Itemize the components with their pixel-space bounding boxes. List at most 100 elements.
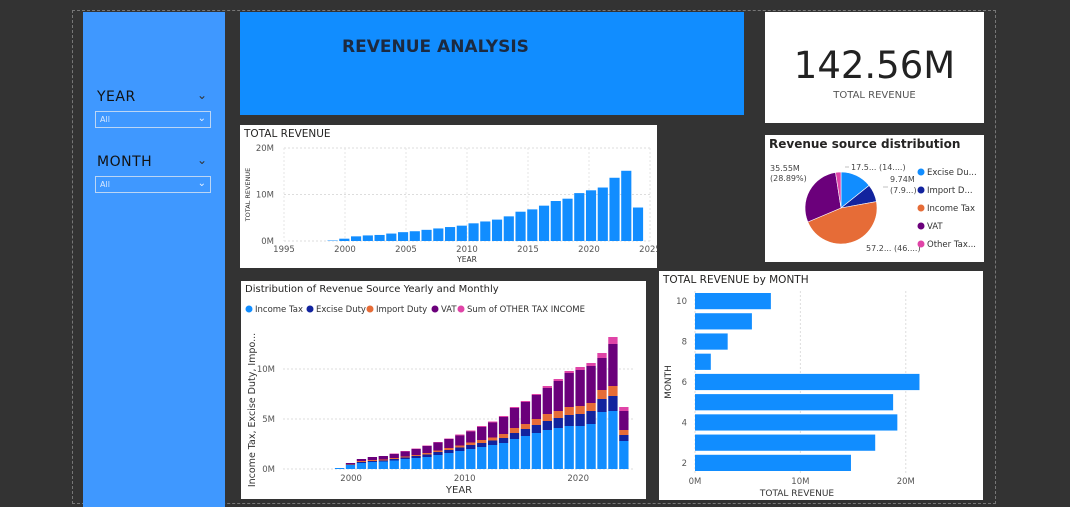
slicer-panel: YEAR ⌄ All ⌄ MONTH ⌄ All ⌄ <box>83 12 225 507</box>
bar <box>456 225 467 241</box>
bar <box>339 238 350 241</box>
bar <box>562 198 573 241</box>
stacked-bar-segment <box>597 353 607 358</box>
x-axis-label: YEAR <box>456 255 477 264</box>
legend-label: Income Tax <box>255 305 303 315</box>
stacked-bar-segment <box>520 402 531 424</box>
bar <box>362 235 373 241</box>
stacked-bar-segment <box>553 379 563 381</box>
stacked-bar-segment <box>509 408 520 428</box>
stacked-bar-segment <box>455 451 465 469</box>
bar <box>695 414 898 431</box>
stacked-bar-segment <box>586 366 596 403</box>
stacked-bar-segment <box>608 344 618 386</box>
y-tick-label: 2 <box>682 459 687 469</box>
revenue-source-pie-card[interactable]: Revenue source distribution 35.55M (28.89… <box>765 135 984 262</box>
stacked-bar-segment <box>531 425 542 433</box>
bar <box>621 170 632 241</box>
stacked-bar-segment <box>345 465 356 469</box>
stacked-bar-segment <box>531 419 542 425</box>
bar <box>397 232 409 241</box>
stacked-bar-segment <box>477 443 487 447</box>
stacked-bar-segment <box>520 429 531 436</box>
stacked-bar-segment <box>575 367 585 370</box>
stacked-bar-segment <box>608 386 618 396</box>
title-banner: REVENUE ANALYSIS <box>240 12 744 115</box>
year-slicer-dropdown[interactable]: All ⌄ <box>95 111 211 128</box>
stacked-bar-segment <box>553 428 563 469</box>
stacked-bar-segment <box>498 417 509 434</box>
stacked-bar-segment <box>466 431 476 443</box>
legend-swatch <box>917 204 925 212</box>
bar <box>527 209 538 241</box>
stacked-bar-segment <box>356 459 367 461</box>
x-tick-label: 2025 <box>639 245 657 255</box>
x-axis-label: YEAR <box>445 485 472 496</box>
y-tick-label: 20M <box>256 144 274 154</box>
stacked-bar-segment <box>575 406 585 414</box>
pie-data-label: 57.2... (46....) <box>866 244 921 253</box>
legend-label: Import Duty <box>376 305 427 315</box>
legend-label: VAT <box>927 222 943 232</box>
pie-data-label: (28.89%) <box>770 174 807 183</box>
stacked-bar-segment <box>466 445 476 449</box>
bar <box>350 236 362 241</box>
stacked-bar-segment <box>477 440 487 443</box>
x-tick-label: 2010 <box>456 245 478 255</box>
bar <box>409 231 420 241</box>
y-tick-label: 10M <box>256 191 274 201</box>
bar <box>695 394 894 411</box>
stacked-bar-segment <box>444 453 454 469</box>
stacked-bar-segment <box>411 449 421 455</box>
revenue-source-stacked-chart[interactable]: Distribution of Revenue Source Yearly an… <box>241 281 646 499</box>
x-tick-label: 2005 <box>395 245 417 255</box>
x-tick-label: 2015 <box>517 245 539 255</box>
stacked-bar-segment <box>564 426 574 469</box>
page-title: REVENUE ANALYSIS <box>342 37 529 57</box>
pie-data-label: 17.5... (14....) <box>851 163 906 172</box>
bar <box>585 190 597 241</box>
stacked-bar-segment <box>564 407 574 415</box>
x-tick-label: 20M <box>897 477 915 487</box>
stacked-bar-segment <box>575 370 585 406</box>
total-revenue-chart[interactable]: TOTAL REVENUE 0M 10M 20M 1995 2000 2005 2010 20… <box>240 125 657 268</box>
y-axis-label: TOTAL REVENUE <box>244 168 252 223</box>
x-tick-label: 2000 <box>340 474 362 484</box>
legend-label: Income Tax <box>927 204 975 214</box>
stacked-bar-segment <box>553 411 563 418</box>
stacked-bar-segment <box>433 442 443 443</box>
revenue-by-month-chart[interactable]: TOTAL REVENUE by MONTH 0M 10M 20M 10 8 6 4 2 TOT… <box>659 271 983 500</box>
stacked-bar-segment <box>389 453 399 454</box>
total-revenue-card[interactable]: 142.56M TOTAL REVENUE <box>765 12 984 123</box>
stacked-bar-segment <box>455 434 465 436</box>
stacked-bar-segment <box>553 418 563 428</box>
bar <box>597 187 608 241</box>
stacked-bar-segment <box>498 434 509 438</box>
stacked-bar-segment <box>575 426 585 469</box>
stacked-bar-segment <box>586 363 596 366</box>
month-slicer-value: All <box>100 180 110 189</box>
stacked-bar-segment <box>367 461 378 462</box>
pie-plot: 35.55M(28.89%) 17.5... (14....) 9.74M (7.9.… <box>770 163 977 253</box>
chevron-down-icon[interactable]: ⌄ <box>197 88 207 102</box>
stacked-bar-segment <box>389 454 399 458</box>
stacked-bar-segment <box>378 460 388 462</box>
y-tick-label: 0M <box>261 237 274 247</box>
stacked-bar-segment <box>531 433 542 469</box>
stacked-bar-segment <box>422 446 432 453</box>
stacked-bar-segment <box>345 464 356 465</box>
bar <box>468 223 479 241</box>
stacked-bar-segment <box>400 459 410 469</box>
stacked-bar-segment <box>608 396 618 411</box>
x-tick-label: 2020 <box>567 474 589 484</box>
chevron-down-icon[interactable]: ⌄ <box>197 153 207 167</box>
bar <box>609 177 620 241</box>
legend-label: Excise Duty <box>316 305 366 315</box>
bar <box>632 207 644 241</box>
month-slicer-dropdown[interactable]: All ⌄ <box>95 176 211 193</box>
chevron-down-icon: ⌄ <box>197 113 206 124</box>
stacked-bar-segment <box>564 371 574 373</box>
stacked-bar-segment <box>433 452 443 455</box>
year-slicer-value: All <box>100 115 110 124</box>
stacked-bar-segment <box>487 440 498 445</box>
